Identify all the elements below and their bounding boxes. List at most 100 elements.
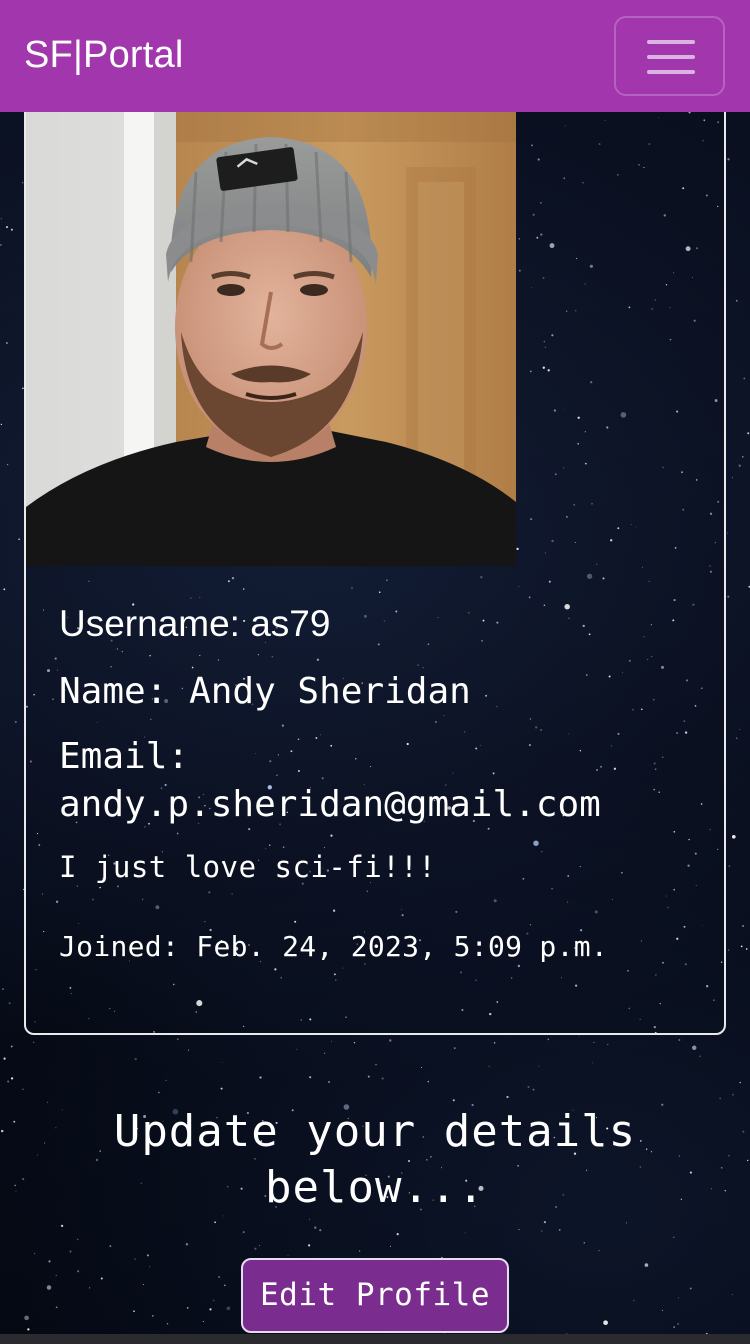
star bbox=[0, 218, 2, 220]
star bbox=[396, 1233, 399, 1236]
star bbox=[607, 1043, 609, 1046]
star bbox=[739, 728, 741, 730]
star bbox=[547, 1038, 550, 1041]
star bbox=[24, 1315, 29, 1321]
star bbox=[327, 1080, 331, 1084]
star bbox=[242, 1231, 245, 1233]
star bbox=[76, 1238, 79, 1241]
star bbox=[309, 1076, 312, 1079]
star bbox=[678, 1039, 681, 1041]
star bbox=[6, 463, 9, 466]
name-line: Name: Andy Sheridan bbox=[59, 670, 471, 714]
star bbox=[77, 1270, 80, 1273]
star bbox=[134, 1057, 137, 1061]
star bbox=[743, 377, 746, 380]
star bbox=[149, 1266, 151, 1268]
star bbox=[33, 1041, 35, 1043]
bottom-scroll-edge bbox=[0, 1334, 750, 1344]
star bbox=[258, 1245, 260, 1247]
joined-label: Joined: bbox=[59, 930, 180, 963]
star bbox=[390, 1245, 391, 1247]
star bbox=[142, 1284, 144, 1286]
navbar-toggler-button[interactable] bbox=[614, 16, 725, 96]
star bbox=[8, 1002, 11, 1005]
star bbox=[10, 228, 13, 231]
star bbox=[644, 1263, 649, 1267]
brand-logo-link[interactable]: SF|Portal bbox=[24, 33, 184, 77]
star bbox=[226, 1306, 231, 1311]
star bbox=[727, 595, 730, 598]
star bbox=[212, 1299, 215, 1302]
star bbox=[48, 1260, 51, 1263]
star bbox=[673, 1236, 675, 1238]
star bbox=[367, 1075, 370, 1078]
star bbox=[732, 1093, 734, 1096]
star bbox=[532, 1088, 535, 1091]
star bbox=[221, 1061, 223, 1064]
star bbox=[745, 948, 748, 950]
star bbox=[727, 158, 730, 161]
star bbox=[224, 1284, 226, 1287]
star bbox=[89, 1287, 91, 1289]
star bbox=[726, 532, 729, 534]
star bbox=[740, 945, 743, 948]
star bbox=[662, 1310, 663, 1311]
star bbox=[518, 1229, 520, 1230]
star bbox=[728, 949, 730, 951]
star bbox=[158, 1091, 160, 1094]
star bbox=[592, 1062, 594, 1064]
star bbox=[308, 1244, 311, 1247]
star bbox=[187, 1049, 190, 1051]
star bbox=[358, 1250, 361, 1252]
star bbox=[314, 1226, 317, 1229]
name-label: Name: bbox=[59, 671, 168, 712]
joined-date: Feb. 24, 2023, 5:09 p.m. bbox=[196, 930, 609, 963]
star bbox=[488, 1065, 490, 1067]
star bbox=[583, 1242, 586, 1244]
star bbox=[22, 1088, 24, 1091]
star bbox=[100, 1277, 103, 1280]
navbar: SF|Portal bbox=[0, 0, 750, 112]
star bbox=[742, 925, 745, 927]
star bbox=[331, 1040, 333, 1042]
edit-profile-button[interactable]: Edit Profile bbox=[241, 1258, 509, 1333]
update-details-heading: Update your details below... bbox=[0, 1104, 750, 1216]
star bbox=[541, 1230, 543, 1232]
star bbox=[165, 1079, 167, 1082]
email-label: Email: bbox=[59, 736, 190, 777]
star bbox=[166, 1322, 169, 1325]
star bbox=[214, 1221, 216, 1224]
star bbox=[558, 1228, 561, 1231]
star bbox=[69, 1250, 72, 1253]
star bbox=[14, 720, 17, 723]
star bbox=[735, 299, 738, 302]
star bbox=[186, 1307, 189, 1309]
star bbox=[46, 1101, 49, 1103]
star bbox=[134, 1258, 136, 1260]
star bbox=[27, 1328, 30, 1331]
star bbox=[728, 865, 731, 867]
star bbox=[593, 1041, 595, 1043]
name-value: Andy Sheridan bbox=[189, 671, 471, 712]
star bbox=[60, 1224, 64, 1228]
joined-line: Joined: Feb. 24, 2023, 5:09 p.m. bbox=[59, 930, 608, 964]
star bbox=[699, 1055, 701, 1057]
star bbox=[0, 243, 2, 246]
star bbox=[133, 1310, 135, 1313]
email-value: andy.p.sheridan@gmail.com bbox=[59, 784, 601, 825]
star bbox=[209, 1308, 212, 1311]
star bbox=[633, 1300, 635, 1302]
star bbox=[493, 1041, 496, 1044]
star bbox=[678, 1297, 680, 1299]
star bbox=[731, 834, 736, 839]
star bbox=[319, 1229, 322, 1232]
star bbox=[18, 538, 20, 541]
star bbox=[323, 1052, 326, 1054]
star bbox=[689, 1287, 692, 1290]
star bbox=[738, 464, 741, 467]
star bbox=[10, 1045, 13, 1048]
star bbox=[259, 1076, 262, 1079]
star bbox=[176, 1038, 179, 1041]
star bbox=[389, 1039, 392, 1042]
star bbox=[109, 1245, 112, 1248]
